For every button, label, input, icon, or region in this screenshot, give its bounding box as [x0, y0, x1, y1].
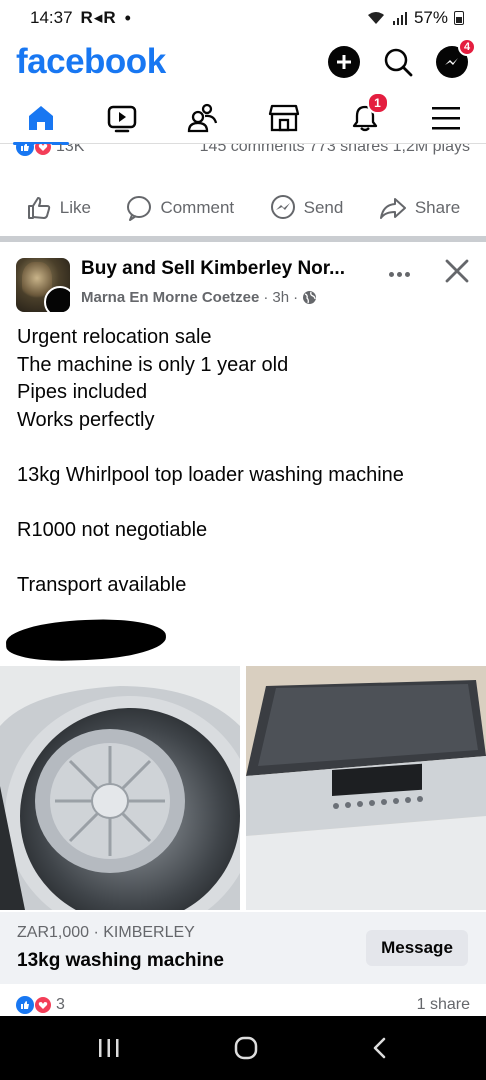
hide-post-close-icon[interactable] [442, 256, 472, 286]
messenger-badge: 4 [458, 38, 476, 56]
post-text-line [17, 544, 472, 572]
meta-separator-2: · [293, 289, 299, 306]
previous-post-action-bar: Like Comment Send Share [0, 186, 486, 230]
like-label: Like [59, 198, 91, 217]
home-icon [28, 105, 53, 130]
post-header: Buy and Sell Kimberley Nor... Marna En M… [0, 250, 486, 316]
search-button[interactable] [382, 46, 414, 78]
marketplace-listing-card[interactable]: ZAR1,000 · KIMBERLEY 13kg washing machin… [0, 912, 486, 984]
post-meta: Marna En Morne Coetzee · 3h · [81, 289, 317, 306]
meta-separator: · [263, 289, 269, 306]
post-more-options-button[interactable] [384, 262, 414, 286]
facebook-logo[interactable]: facebook [16, 42, 166, 82]
status-time: 14:37 [30, 8, 73, 27]
tab-marketplace[interactable] [254, 94, 314, 142]
groups-icon [187, 103, 217, 132]
post-share-count[interactable]: 1 share [417, 996, 470, 1014]
back-chevron-icon[interactable] [370, 1036, 390, 1060]
listing-price-location: ZAR1,000 · KIMBERLEY [17, 924, 195, 941]
globe-icon [303, 291, 317, 304]
previous-post-reaction-count: 13K [56, 144, 85, 155]
tab-menu[interactable] [416, 94, 476, 142]
comment-label: Comment [160, 198, 235, 217]
like-button[interactable]: Like [26, 195, 91, 221]
message-seller-button[interactable]: Message [366, 930, 468, 966]
tab-groups[interactable] [173, 94, 233, 142]
messenger-button[interactable]: 4 [436, 38, 476, 78]
post-text-line [17, 434, 472, 462]
post-text-line: Transport available [17, 573, 187, 596]
post-text-line: 13kg Whirlpool top loader washing machin… [17, 463, 404, 486]
tab-notifications[interactable]: 1 [335, 91, 395, 142]
search-icon [384, 48, 413, 77]
messenger-send-icon [270, 195, 295, 219]
post-text-line: R1000 not negotiable [17, 518, 208, 541]
previous-post-engagement[interactable]: 145 comments 773 shares 1,2M plays [200, 144, 470, 156]
love-reaction-icon [34, 144, 52, 156]
wifi-icon [367, 12, 384, 24]
marketplace-icon [268, 104, 299, 131]
app-header: facebook 4 [0, 36, 486, 88]
send-label: Send [303, 198, 344, 217]
share-label: Share [414, 198, 461, 217]
thumbs-up-icon [27, 197, 50, 219]
comment-button[interactable]: Comment [126, 195, 234, 221]
feed-divider [0, 236, 486, 242]
previous-post-stats: 13K 145 comments 773 shares 1,2M plays [0, 144, 486, 168]
status-app-icons: R◂R [80, 8, 117, 27]
plus-icon [337, 55, 351, 69]
redaction-scribble [5, 617, 167, 663]
home-button-icon[interactable] [233, 1035, 259, 1061]
system-navigation-bar [0, 1016, 486, 1080]
post-text-line: Works perfectly [17, 408, 155, 431]
tab-video[interactable] [92, 94, 152, 142]
post-time[interactable]: 3h [272, 289, 289, 306]
post-stats: 3 1 share [0, 994, 486, 1016]
create-button[interactable] [328, 46, 360, 78]
previous-post-reactions[interactable]: 13K [16, 144, 84, 156]
listing-title: 13kg washing machine [17, 950, 224, 971]
group-name[interactable]: Buy and Sell Kimberley Nor... [81, 258, 345, 280]
status-bar: 14:37 R◂R • 57% [0, 0, 486, 36]
love-reaction-icon [34, 996, 52, 1014]
post-text-line [17, 489, 472, 517]
tab-home[interactable] [11, 94, 71, 145]
messenger-icon [445, 58, 458, 65]
like-reaction-icon [16, 996, 34, 1014]
post-text-line: The machine is only 1 year old [17, 353, 289, 376]
post-text-line: Urgent relocation sale [17, 326, 212, 348]
recent-apps-icon[interactable] [96, 1037, 122, 1059]
author-avatar[interactable] [44, 286, 70, 312]
main-tab-bar: 1 [0, 91, 486, 145]
like-reaction-icon [16, 144, 34, 156]
post-text-line: Pipes included [17, 381, 148, 403]
hamburger-menu-icon [431, 106, 460, 129]
share-button[interactable]: Share [379, 195, 460, 221]
post-reactions[interactable]: 3 [16, 996, 65, 1014]
listing-photo-drum[interactable] [0, 666, 240, 910]
author-name[interactable]: Marna En Morne Coetzee [81, 289, 259, 306]
notifications-badge: 1 [366, 91, 389, 114]
listing-photo-machine[interactable] [246, 666, 486, 910]
send-button[interactable]: Send [270, 195, 344, 221]
comment-icon [127, 196, 152, 221]
post-reaction-count: 3 [56, 996, 65, 1013]
post-body-text: Urgent relocation sale The machine is on… [17, 324, 472, 599]
battery-icon [454, 11, 464, 25]
share-arrow-icon [379, 198, 406, 219]
battery-level: 57% [413, 8, 448, 27]
group-avatar[interactable] [16, 258, 70, 312]
signal-icon [392, 12, 407, 25]
status-dot: • [124, 7, 131, 28]
video-icon [107, 105, 136, 132]
